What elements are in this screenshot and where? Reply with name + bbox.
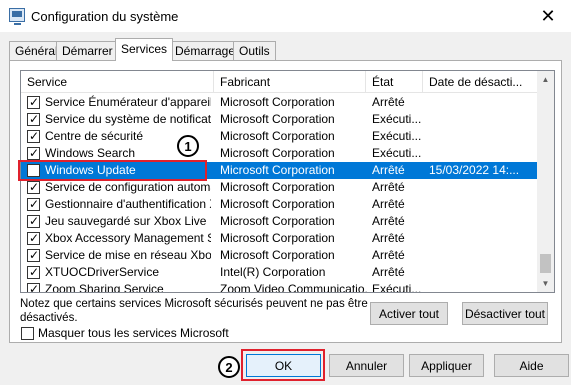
service-vendor: Microsoft Corporation (220, 180, 335, 194)
column-header-state[interactable]: État (366, 71, 423, 93)
service-row[interactable]: Service Énumérateur d'appareil ... Micros… (21, 94, 537, 111)
service-vendor: Microsoft Corporation (220, 129, 335, 143)
service-checkbox[interactable] (27, 230, 40, 247)
column-header-date[interactable]: Date de désacti... (423, 71, 537, 93)
service-checkbox[interactable] (27, 111, 40, 128)
column-header-service[interactable]: Service (21, 71, 214, 93)
services-panel: Service Fabricant État Date de désacti..… (9, 60, 562, 343)
service-disabled-date (429, 111, 535, 128)
service-name: Service de mise en réseau Xbox ... (45, 248, 211, 262)
service-vendor: Microsoft Corporation (220, 146, 335, 160)
service-state: Arrêté (372, 95, 405, 109)
hide-ms-label: Masquer tous les services Microsoft (38, 326, 229, 340)
service-row[interactable]: Service de mise en réseau Xbox ... Micros… (21, 247, 537, 264)
service-state: Exécuti... (372, 112, 422, 126)
hide-ms-services-checkbox[interactable]: Masquer tous les services Microsoft (21, 326, 229, 340)
service-disabled-date (429, 196, 535, 213)
service-name: Service du système de notificati... (45, 112, 211, 126)
service-vendor: Intel(R) Corporation (220, 265, 326, 279)
service-checkbox[interactable] (27, 179, 40, 196)
service-disabled-date (429, 179, 535, 196)
service-vendor: Microsoft Corporation (220, 231, 335, 245)
service-disabled-date (429, 264, 535, 281)
service-vendor: Microsoft Corporation (220, 163, 335, 177)
service-checkbox[interactable] (27, 196, 40, 213)
service-checkbox[interactable] (27, 128, 40, 145)
service-name: Jeu sauvegardé sur Xbox Live (45, 214, 207, 228)
ok-button-highlight (241, 349, 325, 381)
scroll-up-icon[interactable]: ▲ (537, 71, 554, 88)
column-header-vendor[interactable]: Fabricant (214, 71, 366, 93)
service-vendor: Microsoft Corporation (220, 95, 335, 109)
service-state: Arrêté (372, 231, 405, 245)
help-button[interactable]: Aide (494, 354, 569, 377)
service-disabled-date: 15/03/2022 14:... (429, 163, 520, 177)
enable-all-button[interactable]: Activer tout (370, 302, 448, 325)
step-2-badge: 2 (218, 356, 240, 378)
tab-demarrer[interactable]: Démarrer (56, 41, 119, 60)
service-name: Zoom Sharing Service (45, 282, 164, 293)
service-vendor: Microsoft Corporation (220, 248, 335, 262)
service-row[interactable]: XTUOCDriverService Intel(R) Corporation Ar… (21, 264, 537, 281)
service-disabled-date (429, 145, 535, 162)
service-name: Service Énumérateur d'appareil ... (45, 95, 211, 109)
service-vendor: Microsoft Corporation (220, 214, 335, 228)
close-button[interactable]: ✕ (525, 0, 571, 32)
service-disabled-date (429, 94, 535, 111)
service-row[interactable]: Zoom Sharing Service Zoom Video Communica… (21, 281, 537, 293)
disable-all-button[interactable]: Désactiver tout (462, 302, 548, 325)
service-state: Arrêté (372, 180, 405, 194)
list-header: Service Fabricant État Date de désacti..… (21, 71, 537, 93)
apply-button[interactable]: Appliquer (409, 354, 484, 377)
service-name: Service de configuration automa... (45, 180, 211, 194)
service-disabled-date (429, 230, 535, 247)
service-checkbox[interactable] (27, 281, 40, 292)
service-state: Exécuti... (372, 146, 422, 160)
service-state: Arrêté (372, 214, 405, 228)
service-checkbox[interactable] (27, 145, 40, 162)
scroll-thumb[interactable] (540, 254, 551, 273)
title-bar: Configuration du système ✕ (0, 0, 571, 32)
service-row[interactable]: Centre de sécuritéMicrosoft CorporationE… (21, 128, 537, 145)
service-disabled-date (429, 247, 535, 264)
service-row[interactable]: Service du système de notificati... Micro… (21, 111, 537, 128)
service-row[interactable]: Gestionnaire d'authentification X... Micr… (21, 196, 537, 213)
service-checkbox[interactable] (27, 264, 40, 281)
service-state: Exécuti... (372, 282, 422, 293)
service-vendor: Microsoft Corporation (220, 112, 335, 126)
scroll-down-icon[interactable]: ▼ (537, 275, 554, 292)
service-state: Arrêté (372, 197, 405, 211)
service-row[interactable]: Jeu sauvegardé sur Xbox Live Microsoft Co… (21, 213, 537, 230)
service-checkbox[interactable] (27, 213, 40, 230)
service-disabled-date (429, 128, 535, 145)
cancel-button[interactable]: Annuler (329, 354, 404, 377)
tab-demarrage[interactable]: Démarrage (169, 41, 242, 60)
tab-services[interactable]: Services (115, 38, 174, 61)
system-config-icon (9, 8, 25, 25)
service-state: Arrêté (372, 163, 405, 177)
service-checkbox[interactable] (27, 94, 40, 111)
service-disabled-date (429, 213, 535, 230)
service-disabled-date (429, 281, 535, 292)
note-text: Notez que certains services Microsoft sé… (20, 298, 368, 324)
service-checkbox[interactable] (27, 247, 40, 264)
step-1-badge: 1 (177, 135, 199, 157)
service-name: Gestionnaire d'authentification X... (45, 197, 211, 211)
service-vendor: Microsoft Corporation (220, 197, 335, 211)
services-list[interactable]: Service Fabricant État Date de désacti..… (20, 70, 538, 293)
hide-ms-checkbox-box[interactable] (21, 326, 34, 340)
window-title: Configuration du système (31, 9, 179, 24)
service-vendor: Zoom Video Communicatio... (220, 282, 368, 293)
service-row[interactable]: Xbox Accessory Management Se... Microsoft… (21, 230, 537, 247)
service-row[interactable]: Service de configuration automa... Micros… (21, 179, 537, 196)
tab-outils[interactable]: Outils (233, 41, 276, 60)
service-state: Arrêté (372, 248, 405, 262)
service-state: Arrêté (372, 265, 405, 279)
service-name: XTUOCDriverService (45, 265, 160, 279)
vertical-scrollbar[interactable]: ▲ ▼ (537, 70, 555, 293)
service-name: Xbox Accessory Management Se... (45, 231, 211, 245)
service-state: Exécuti... (372, 129, 422, 143)
windows-update-highlight (18, 160, 207, 181)
